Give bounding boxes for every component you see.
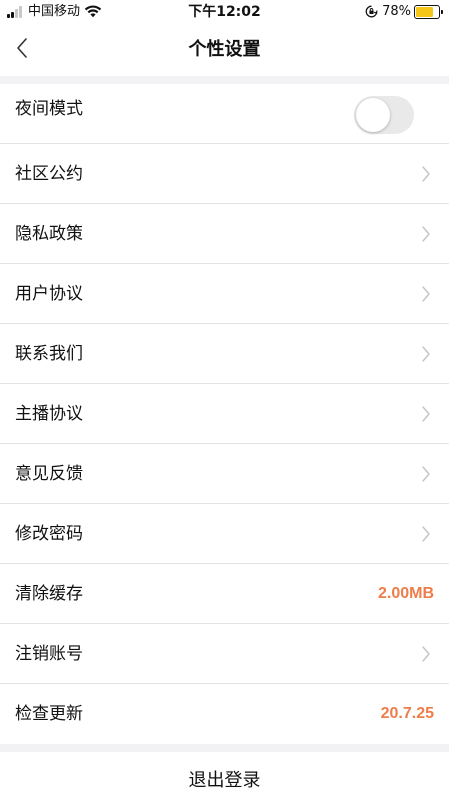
setting-label: 检查更新 — [15, 704, 83, 724]
toggle-knob — [356, 98, 390, 132]
chevron-right-icon — [422, 165, 430, 182]
chevron-right-icon — [422, 465, 430, 482]
setting-label: 注销账号 — [15, 643, 83, 664]
setting-row-contact-us[interactable]: 联系我们 — [0, 324, 449, 384]
setting-row-clear-cache[interactable]: 清除缓存 2.00MB — [0, 564, 449, 624]
battery-fill — [416, 7, 434, 17]
version-value: 20.7.25 — [380, 705, 434, 722]
section-divider — [0, 76, 449, 84]
rotation-lock-icon — [365, 3, 378, 22]
page-title: 个性设置 — [188, 39, 261, 60]
setting-label: 修改密码 — [15, 523, 83, 544]
setting-label: 主播协议 — [15, 403, 83, 424]
settings-list: 夜间模式 社区公约 隐私政策 用户协议 联系我们 主播协议 意见反馈 修改密码 … — [0, 84, 449, 744]
status-right: 78% — [365, 4, 443, 20]
setting-row-delete-account[interactable]: 注销账号 — [0, 624, 449, 684]
setting-label: 意见反馈 — [15, 463, 83, 484]
setting-label: 社区公约 — [15, 163, 83, 184]
setting-label: 清除缓存 — [15, 583, 83, 604]
chevron-right-icon — [422, 225, 430, 242]
setting-row-streamer-agreement[interactable]: 主播协议 — [0, 384, 449, 444]
setting-label: 夜间模式 — [15, 99, 83, 119]
cache-size-value: 2.00MB — [377, 584, 434, 602]
setting-row-check-update[interactable]: 检查更新 20.7.25 — [0, 684, 449, 744]
setting-row-user-agreement[interactable]: 用户协议 — [0, 264, 449, 324]
chevron-right-icon — [422, 405, 430, 422]
setting-label: 联系我们 — [15, 343, 83, 364]
battery-percent: 78% — [382, 4, 411, 19]
nav-bar: 个性设置 — [0, 24, 449, 76]
setting-label: 隐私政策 — [15, 223, 83, 244]
chevron-right-icon — [422, 285, 430, 302]
setting-row-community-rules[interactable]: 社区公约 — [0, 144, 449, 204]
setting-row-privacy-policy[interactable]: 隐私政策 — [0, 204, 449, 264]
chevron-right-icon — [422, 345, 430, 362]
setting-row-feedback[interactable]: 意见反馈 — [0, 444, 449, 504]
night-mode-toggle[interactable] — [354, 96, 414, 134]
logout-button[interactable]: 退出登录 — [0, 752, 449, 800]
setting-label: 用户协议 — [15, 283, 83, 304]
chevron-right-icon — [422, 525, 430, 542]
chevron-right-icon — [422, 645, 430, 662]
status-bar: 中国移动 下午12:02 78% — [0, 0, 449, 24]
setting-row-change-password[interactable]: 修改密码 — [0, 504, 449, 564]
battery-tip — [441, 10, 443, 14]
setting-row-night-mode: 夜间模式 — [0, 84, 449, 144]
section-divider — [0, 744, 449, 752]
battery-icon — [414, 5, 440, 19]
